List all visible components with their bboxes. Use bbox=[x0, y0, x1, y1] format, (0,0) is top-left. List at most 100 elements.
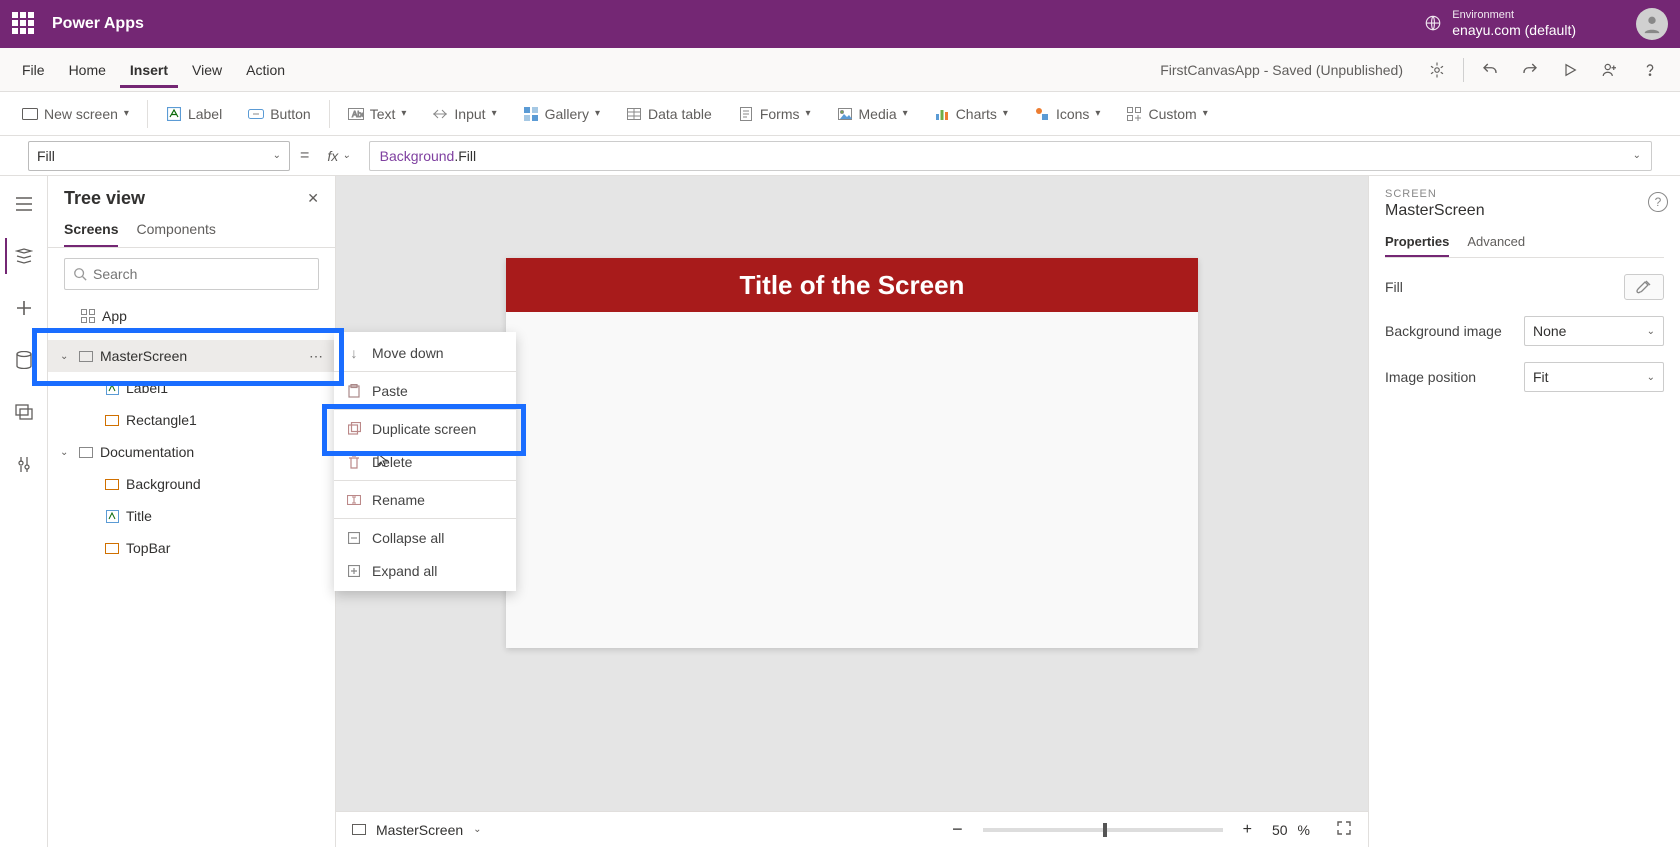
icons-dropdown[interactable]: Icons ▾ bbox=[1024, 100, 1111, 128]
ctx-paste[interactable]: Paste bbox=[334, 374, 516, 407]
user-avatar[interactable] bbox=[1636, 8, 1668, 40]
new-screen-button[interactable]: New screen ▾ bbox=[12, 100, 139, 128]
chevron-down-icon: ▾ bbox=[805, 108, 810, 119]
help-circle-icon[interactable]: ? bbox=[1648, 192, 1668, 212]
tree-node-background[interactable]: Background bbox=[48, 468, 335, 500]
canvas-screen[interactable]: Title of the Screen bbox=[506, 258, 1198, 648]
label-button[interactable]: Label bbox=[156, 100, 232, 128]
tree-node-label1[interactable]: Label1 bbox=[48, 372, 335, 404]
chevron-down-icon: ⌄ bbox=[273, 150, 281, 161]
media-panel-icon[interactable] bbox=[6, 394, 42, 430]
help-icon[interactable] bbox=[1632, 52, 1668, 88]
formula-input[interactable]: Background.Fill ⌄ bbox=[369, 141, 1652, 171]
ctx-delete[interactable]: Delete bbox=[334, 445, 516, 478]
chevron-down-icon[interactable]: ⌄ bbox=[60, 351, 72, 362]
forms-dropdown[interactable]: Forms ▾ bbox=[728, 100, 821, 128]
status-screen-icon bbox=[352, 822, 366, 838]
prop-bgimage-value: None bbox=[1533, 323, 1566, 339]
fit-to-window-icon[interactable] bbox=[1336, 820, 1352, 839]
tab-properties[interactable]: Properties bbox=[1385, 228, 1449, 257]
redo-icon[interactable] bbox=[1512, 52, 1548, 88]
input-dropdown[interactable]: Input ▾ bbox=[422, 100, 506, 128]
prop-imgpos-select[interactable]: Fit ⌄ bbox=[1524, 362, 1664, 392]
chevron-down-icon[interactable]: ⌄ bbox=[473, 824, 481, 835]
property-selector[interactable]: Fill ⌄ bbox=[28, 141, 290, 171]
tab-screens[interactable]: Screens bbox=[64, 213, 118, 247]
fx-button[interactable]: fx ⌄ bbox=[319, 148, 358, 164]
property-selector-value: Fill bbox=[37, 148, 55, 164]
tree-node-documentation[interactable]: ⌄ Documentation bbox=[48, 436, 335, 468]
chevron-down-icon: ▾ bbox=[1203, 108, 1208, 119]
tree-node-title[interactable]: Title bbox=[48, 500, 335, 532]
tree-node-app[interactable]: App bbox=[48, 300, 335, 332]
tools-icon[interactable] bbox=[6, 446, 42, 482]
menu-insert[interactable]: Insert bbox=[120, 52, 178, 88]
undo-icon[interactable] bbox=[1472, 52, 1508, 88]
ctx-rename[interactable]: Rename bbox=[334, 483, 516, 516]
ctx-move-down[interactable]: ↓ Move down bbox=[334, 336, 516, 369]
treeview-icon[interactable] bbox=[5, 238, 41, 274]
label-node-icon bbox=[104, 382, 120, 395]
ctx-duplicate-label: Duplicate screen bbox=[372, 421, 476, 437]
tree-node-rectangle1[interactable]: Rectangle1 bbox=[48, 404, 335, 436]
datatable-button[interactable]: Data table bbox=[616, 100, 722, 128]
menu-view[interactable]: View bbox=[182, 52, 232, 88]
separator bbox=[334, 518, 516, 519]
zoom-in-button[interactable]: + bbox=[1243, 821, 1252, 839]
gallery-dropdown[interactable]: Gallery ▾ bbox=[513, 100, 610, 128]
zoom-out-button[interactable]: − bbox=[952, 819, 963, 840]
main-area: Tree view ✕ Screens Components App ⌄ Mas… bbox=[0, 176, 1680, 847]
insert-plus-icon[interactable] bbox=[6, 290, 42, 326]
zoom-slider-thumb[interactable] bbox=[1103, 823, 1107, 837]
insert-ribbon: New screen ▾ Label Button Abc Text ▾ Inp… bbox=[0, 92, 1680, 136]
search-input[interactable] bbox=[93, 266, 310, 282]
menu-file[interactable]: File bbox=[12, 52, 55, 88]
paste-icon bbox=[346, 383, 362, 399]
menu-action[interactable]: Action bbox=[236, 52, 295, 88]
button-button[interactable]: Button bbox=[238, 100, 320, 128]
environment-selector[interactable]: Environment enayu.com (default) bbox=[1452, 9, 1596, 39]
app-checker-icon[interactable] bbox=[1419, 52, 1455, 88]
chevron-down-icon: ▾ bbox=[903, 108, 908, 119]
formula-expand-icon[interactable]: ⌄ bbox=[1633, 150, 1641, 161]
topbar-label: TopBar bbox=[126, 540, 335, 556]
delete-icon bbox=[346, 454, 362, 470]
search-input-wrapper[interactable] bbox=[64, 258, 319, 290]
rectangle-node-icon bbox=[104, 479, 120, 490]
tab-components[interactable]: Components bbox=[136, 213, 215, 247]
ctx-expand-all[interactable]: Expand all bbox=[334, 554, 516, 587]
svg-text:Abc: Abc bbox=[352, 110, 364, 119]
hamburger-icon[interactable] bbox=[6, 186, 42, 222]
prop-fill-control[interactable] bbox=[1624, 274, 1664, 300]
prop-bgimage-select[interactable]: None ⌄ bbox=[1524, 316, 1664, 346]
separator bbox=[334, 480, 516, 481]
global-header: Power Apps Environment enayu.com (defaul… bbox=[0, 0, 1680, 48]
canvas-title-bar[interactable]: Title of the Screen bbox=[506, 258, 1198, 312]
ctx-duplicate-screen[interactable]: Duplicate screen bbox=[334, 412, 516, 445]
label-node-icon bbox=[104, 510, 120, 523]
text-icon: Abc bbox=[348, 106, 364, 122]
media-dropdown[interactable]: Media ▾ bbox=[827, 100, 918, 128]
zoom-slider[interactable] bbox=[983, 828, 1223, 832]
tab-advanced[interactable]: Advanced bbox=[1467, 228, 1525, 257]
more-options-icon[interactable]: ⋯ bbox=[297, 348, 335, 365]
environment-value: enayu.com (default) bbox=[1452, 22, 1576, 39]
screen-icon bbox=[22, 106, 38, 122]
menu-home[interactable]: Home bbox=[59, 52, 116, 88]
chevron-down-icon[interactable]: ⌄ bbox=[60, 447, 72, 458]
app-launcher-icon[interactable] bbox=[12, 12, 36, 36]
tree-node-masterscreen[interactable]: ⌄ MasterScreen ⋯ bbox=[48, 340, 335, 372]
text-dropdown[interactable]: Abc Text ▾ bbox=[338, 100, 417, 128]
ctx-collapse-label: Collapse all bbox=[372, 530, 444, 546]
status-screen-name[interactable]: MasterScreen bbox=[376, 822, 463, 838]
charts-dropdown[interactable]: Charts ▾ bbox=[924, 100, 1018, 128]
ctx-collapse-all[interactable]: Collapse all bbox=[334, 521, 516, 554]
media-label: Media bbox=[859, 106, 897, 122]
tree-node-topbar[interactable]: TopBar bbox=[48, 532, 335, 564]
data-icon[interactable] bbox=[6, 342, 42, 378]
play-icon[interactable] bbox=[1552, 52, 1588, 88]
label1-label: Label1 bbox=[126, 380, 335, 396]
share-icon[interactable] bbox=[1592, 52, 1628, 88]
custom-dropdown[interactable]: Custom ▾ bbox=[1116, 100, 1217, 128]
close-icon[interactable]: ✕ bbox=[307, 190, 319, 207]
